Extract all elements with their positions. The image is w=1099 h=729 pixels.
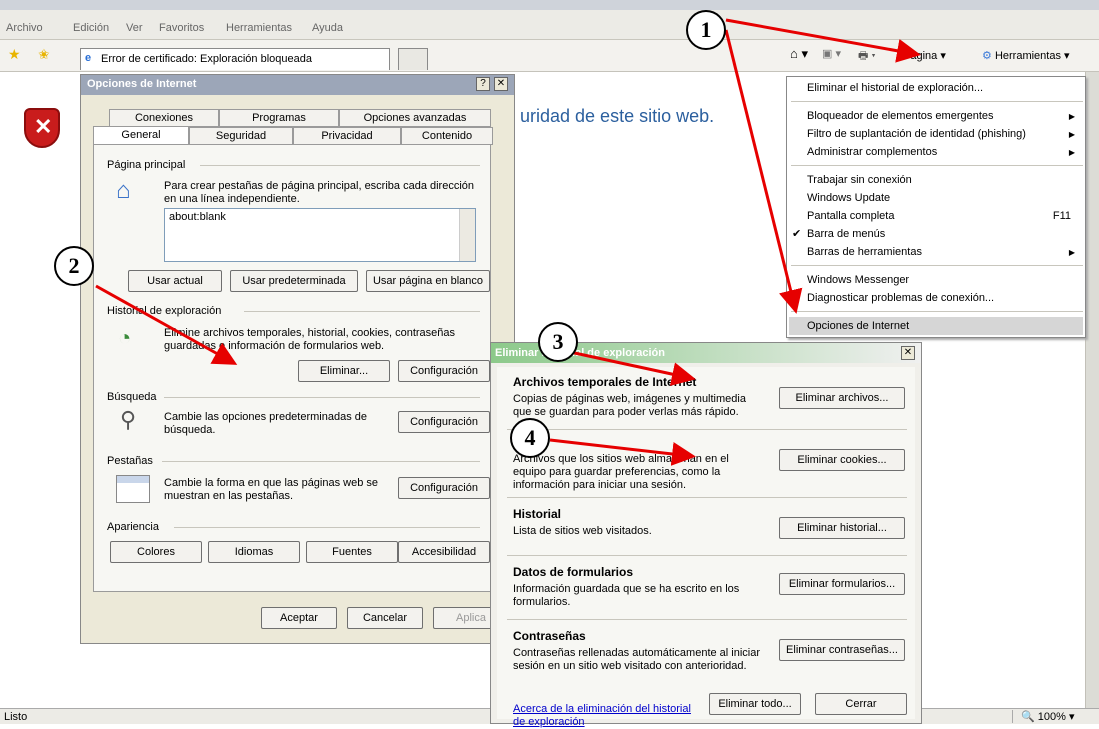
annotation-arrows (95, 18, 921, 466)
callout-3: 3 (538, 322, 578, 362)
arrow-3 (569, 350, 696, 386)
arrow-2 (95, 284, 238, 365)
callout-4: 4 (510, 418, 550, 458)
arrow-4 (549, 438, 696, 466)
arrow-1a (725, 18, 921, 63)
callout-2: 2 (54, 246, 94, 286)
arrow-1b (724, 29, 803, 314)
callout-1: 1 (686, 10, 726, 50)
